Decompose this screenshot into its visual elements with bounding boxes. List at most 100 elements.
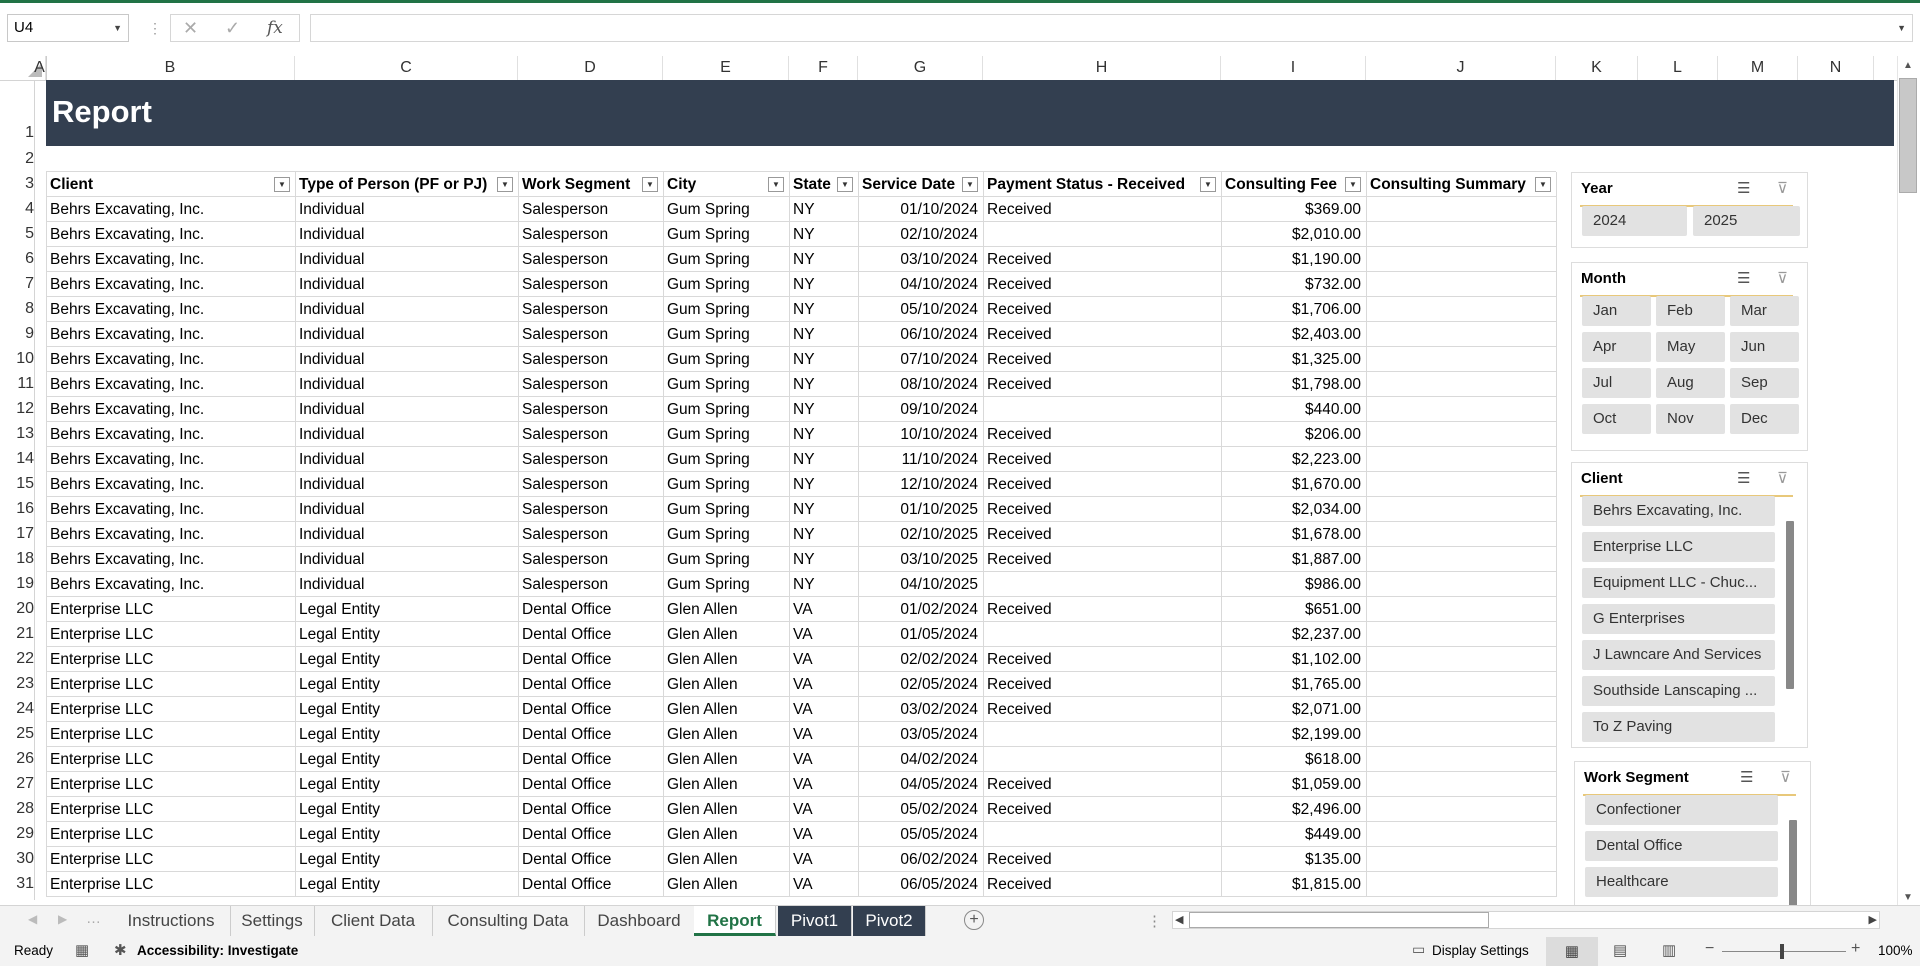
table-cell[interactable]: 01/10/2024 xyxy=(858,197,983,222)
zoom-slider-thumb[interactable] xyxy=(1780,944,1784,959)
scroll-tabs-left-icon[interactable]: ◀ xyxy=(28,912,37,926)
table-cell[interactable]: Enterprise LLC xyxy=(46,672,295,697)
table-cell[interactable] xyxy=(1366,322,1556,347)
table-cell[interactable]: Gum Spring xyxy=(663,272,789,297)
table-cell[interactable]: Individual xyxy=(295,472,518,497)
table-cell[interactable]: Behrs Excavating, Inc. xyxy=(46,572,295,597)
table-cell[interactable]: Glen Allen xyxy=(663,722,789,747)
table-cell[interactable] xyxy=(1366,422,1556,447)
table-cell[interactable] xyxy=(1366,372,1556,397)
table-cell[interactable]: $2,010.00 xyxy=(1221,222,1366,247)
table-cell[interactable]: Salesperson xyxy=(518,447,663,472)
table-cell[interactable] xyxy=(1366,872,1556,897)
table-cell[interactable]: Salesperson xyxy=(518,347,663,372)
row-header-8[interactable]: 8 xyxy=(0,300,34,320)
table-cell[interactable]: Behrs Excavating, Inc. xyxy=(46,347,295,372)
slicer-item[interactable]: J Lawncare And Services xyxy=(1582,640,1775,670)
horizontal-scroll-thumb[interactable] xyxy=(1189,912,1489,928)
table-cell[interactable]: Individual xyxy=(295,522,518,547)
row-header-12[interactable]: 12 xyxy=(0,400,34,420)
tab-settings[interactable]: Settings xyxy=(230,906,315,936)
slicer-item[interactable]: Dental Office xyxy=(1585,831,1778,861)
table-cell[interactable] xyxy=(1366,722,1556,747)
clear-filter-icon[interactable]: ⊽ xyxy=(1777,179,1788,197)
row-header-19[interactable]: 19 xyxy=(0,575,34,595)
column-header-i[interactable]: I xyxy=(1221,56,1366,80)
table-cell[interactable]: Received xyxy=(983,697,1221,722)
column-header-k[interactable]: K xyxy=(1556,56,1638,80)
table-cell[interactable] xyxy=(1366,522,1556,547)
table-cell[interactable]: Legal Entity xyxy=(295,747,518,772)
row-header-10[interactable]: 10 xyxy=(0,350,34,370)
table-cell[interactable]: Behrs Excavating, Inc. xyxy=(46,497,295,522)
table-cell[interactable]: Enterprise LLC xyxy=(46,597,295,622)
slicer-item[interactable]: Southside Lanscaping ... xyxy=(1582,676,1775,706)
slicer-item[interactable]: Sep xyxy=(1730,368,1799,398)
table-cell[interactable]: Gum Spring xyxy=(663,547,789,572)
row-header-16[interactable]: 16 xyxy=(0,500,34,520)
scroll-left-icon[interactable]: ◀ xyxy=(1175,913,1183,926)
table-cell[interactable]: Received xyxy=(983,472,1221,497)
slicer-item[interactable]: 2025 xyxy=(1693,206,1800,236)
multi-select-icon[interactable]: ☰ xyxy=(1737,469,1750,487)
table-cell[interactable]: Legal Entity xyxy=(295,772,518,797)
table-cell[interactable]: Legal Entity xyxy=(295,647,518,672)
column-header-l[interactable]: L xyxy=(1638,56,1718,80)
table-cell[interactable]: Gum Spring xyxy=(663,497,789,522)
table-cell[interactable]: Received xyxy=(983,497,1221,522)
table-cell[interactable]: Gum Spring xyxy=(663,372,789,397)
table-cell[interactable]: 03/05/2024 xyxy=(858,722,983,747)
column-header-n[interactable]: N xyxy=(1798,56,1874,80)
table-cell[interactable]: Dental Office xyxy=(518,597,663,622)
table-cell[interactable]: Salesperson xyxy=(518,422,663,447)
table-cell[interactable]: Enterprise LLC xyxy=(46,747,295,772)
filter-dropdown-icon[interactable]: ▼ xyxy=(1345,177,1361,192)
tab-client-data[interactable]: Client Data xyxy=(314,906,433,936)
table-cell[interactable]: Enterprise LLC xyxy=(46,772,295,797)
row-header-17[interactable]: 17 xyxy=(0,525,34,545)
filter-dropdown-icon[interactable]: ▼ xyxy=(642,177,658,192)
row-header-14[interactable]: 14 xyxy=(0,450,34,470)
table-cell[interactable]: NY xyxy=(789,547,858,572)
table-cell[interactable]: $2,403.00 xyxy=(1221,322,1366,347)
table-cell[interactable]: Glen Allen xyxy=(663,747,789,772)
table-cell[interactable]: 03/02/2024 xyxy=(858,697,983,722)
table-cell[interactable]: Salesperson xyxy=(518,297,663,322)
table-cell[interactable]: Behrs Excavating, Inc. xyxy=(46,397,295,422)
table-cell[interactable]: Individual xyxy=(295,497,518,522)
table-cell[interactable]: $1,887.00 xyxy=(1221,547,1366,572)
table-cell[interactable]: 02/10/2024 xyxy=(858,222,983,247)
table-cell[interactable]: VA xyxy=(789,672,858,697)
table-cell[interactable]: Legal Entity xyxy=(295,697,518,722)
table-cell[interactable]: Received xyxy=(983,347,1221,372)
table-cell[interactable]: Individual xyxy=(295,372,518,397)
row-header-6[interactable]: 6 xyxy=(0,250,34,270)
table-cell[interactable]: Received xyxy=(983,547,1221,572)
table-cell[interactable]: Enterprise LLC xyxy=(46,622,295,647)
filter-dropdown-icon[interactable]: ▼ xyxy=(1535,177,1551,192)
table-cell[interactable]: 05/02/2024 xyxy=(858,797,983,822)
table-cell[interactable]: 10/10/2024 xyxy=(858,422,983,447)
table-cell[interactable]: NY xyxy=(789,297,858,322)
table-cell[interactable]: Received xyxy=(983,872,1221,897)
table-cell[interactable]: Behrs Excavating, Inc. xyxy=(46,547,295,572)
slicer-item[interactable]: Confectioner xyxy=(1585,795,1778,825)
table-cell[interactable]: $1,678.00 xyxy=(1221,522,1366,547)
table-cell[interactable]: Individual xyxy=(295,347,518,372)
table-cell[interactable]: NY xyxy=(789,347,858,372)
slicer-item[interactable]: 2024 xyxy=(1582,206,1687,236)
row-header-23[interactable]: 23 xyxy=(0,675,34,695)
table-cell[interactable]: Gum Spring xyxy=(663,522,789,547)
table-cell[interactable]: Dental Office xyxy=(518,772,663,797)
table-cell[interactable] xyxy=(1366,772,1556,797)
table-cell[interactable]: Salesperson xyxy=(518,472,663,497)
table-cell[interactable]: Enterprise LLC xyxy=(46,872,295,897)
column-header-j[interactable]: J xyxy=(1366,56,1556,80)
table-cell[interactable] xyxy=(1366,297,1556,322)
table-cell[interactable]: $369.00 xyxy=(1221,197,1366,222)
table-cell[interactable]: Behrs Excavating, Inc. xyxy=(46,272,295,297)
filter-dropdown-icon[interactable]: ▼ xyxy=(768,177,784,192)
row-header-31[interactable]: 31 xyxy=(0,875,34,895)
table-cell[interactable]: NY xyxy=(789,272,858,297)
table-cell[interactable]: Salesperson xyxy=(518,322,663,347)
